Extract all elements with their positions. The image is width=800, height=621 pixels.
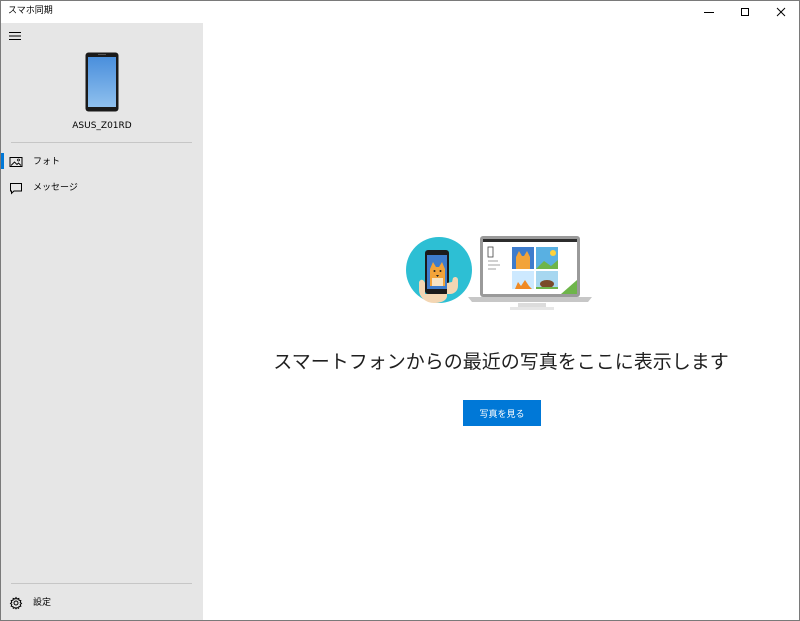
menu-button[interactable] (7, 29, 23, 43)
sidebar-item-label: フォト (33, 157, 61, 167)
empty-state-heading: スマートフォンからの最近の写真をここに表示します (273, 351, 729, 373)
main-content: スマートフォンからの最近の写真をここに表示します 写真を見る (203, 23, 799, 620)
sidebar-item-photos[interactable]: フォト (1, 150, 203, 174)
sidebar-item-label: 設定 (33, 598, 52, 608)
gear-icon (9, 596, 23, 610)
view-photos-button[interactable]: 写真を見る (463, 400, 541, 426)
minimize-button[interactable] (691, 1, 727, 23)
photo-icon (9, 157, 23, 167)
sidebar: ASUS_Z01RD フォト メッセージ 設定 (1, 23, 203, 620)
maximize-icon (741, 8, 749, 16)
phone-illustration-icon (85, 52, 119, 116)
device-name: ASUS_Z01RD (72, 121, 132, 131)
close-icon (776, 7, 786, 17)
close-button[interactable] (763, 1, 799, 23)
sidebar-divider (11, 583, 192, 584)
minimize-icon (704, 12, 714, 13)
title-bar[interactable]: スマホ同期 (1, 1, 799, 23)
sidebar-item-label: メッセージ (33, 183, 78, 193)
phone-to-pc-illustration-icon (406, 236, 592, 324)
selection-indicator (1, 153, 4, 169)
hamburger-icon (9, 32, 21, 40)
sidebar-item-messages[interactable]: メッセージ (1, 176, 203, 200)
message-icon (10, 183, 22, 195)
sidebar-divider (11, 142, 192, 143)
maximize-button[interactable] (727, 1, 763, 23)
sidebar-item-settings[interactable]: 設定 (1, 591, 203, 615)
window-title: スマホ同期 (8, 6, 53, 16)
app-window: スマホ同期 ASUS_Z01RD フォト メッセージ 設定 スマートフォンからの… (0, 0, 800, 621)
